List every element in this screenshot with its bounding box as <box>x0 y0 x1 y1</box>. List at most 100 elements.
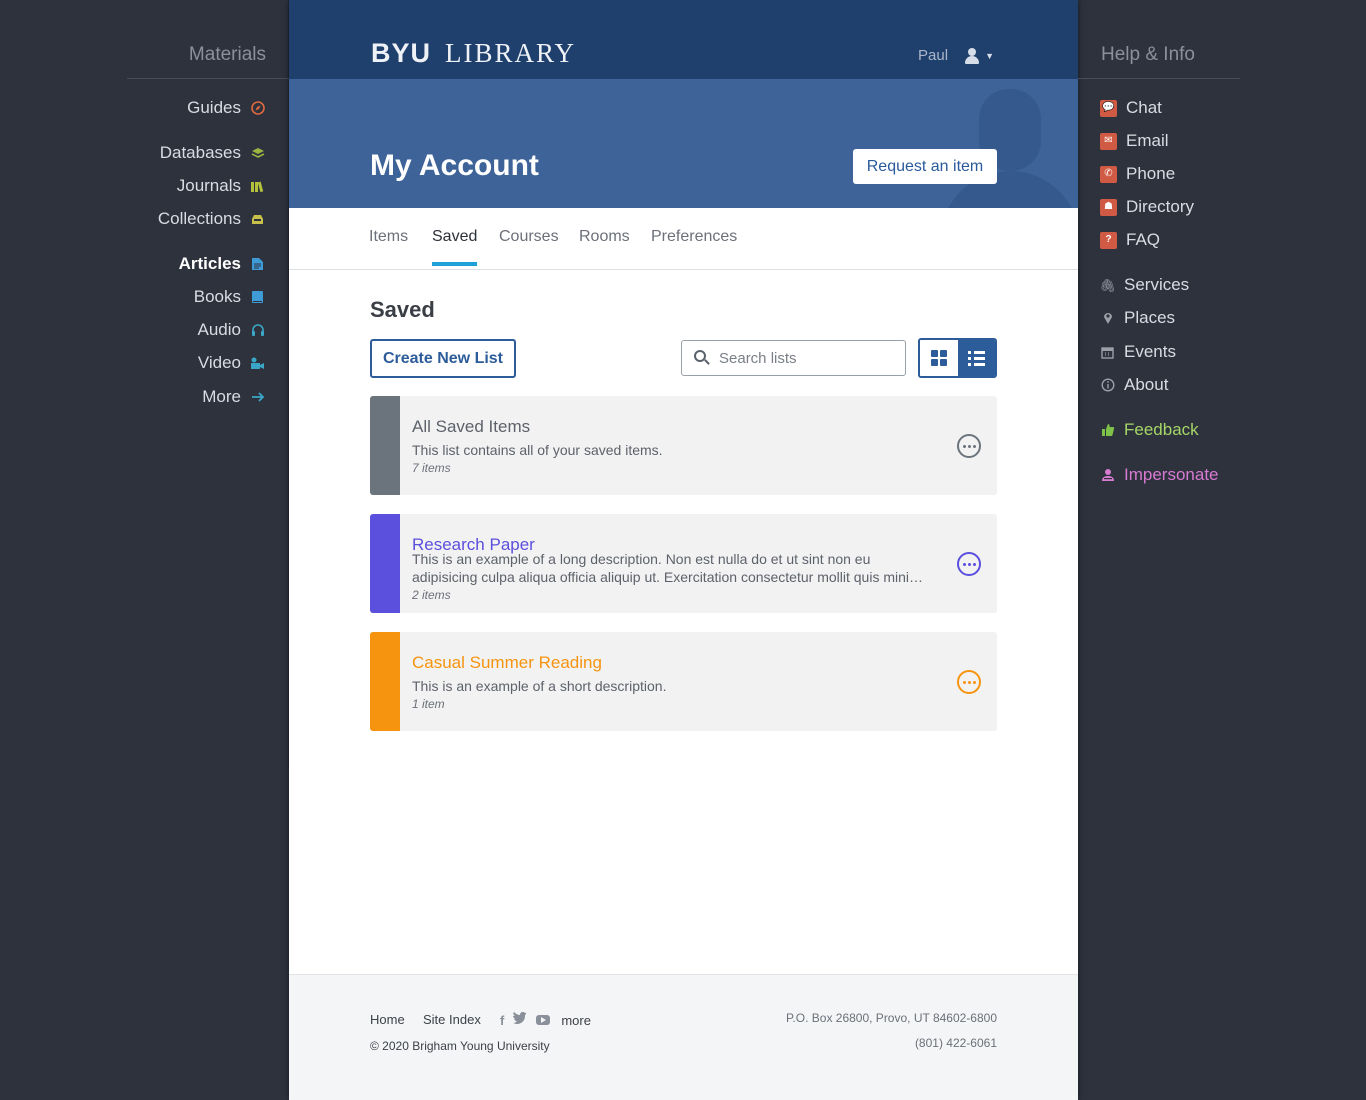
more-options-icon[interactable] <box>957 670 981 694</box>
sidebar-item-label: Email <box>1126 131 1169 150</box>
thumbs-up-icon <box>1100 423 1115 438</box>
impersonate-icon <box>1100 468 1115 483</box>
search-field[interactable] <box>681 340 906 376</box>
help-heading: Help & Info <box>1078 44 1240 79</box>
byu-library-logo[interactable]: BYU LIBRARY <box>371 38 576 69</box>
sidebar-item-label: Chat <box>1126 98 1162 117</box>
tab-items[interactable]: Items <box>369 228 408 266</box>
sidebar-item-faq[interactable]: ? FAQ <box>1100 228 1160 252</box>
sidebar-item-places[interactable]: Places <box>1100 306 1175 330</box>
info-icon <box>1100 378 1115 393</box>
sidebar-item-more[interactable]: More <box>202 385 265 409</box>
list-title[interactable]: All Saved Items <box>412 417 530 437</box>
search-input[interactable] <box>719 349 889 367</box>
create-new-list-button[interactable]: Create New List <box>370 339 516 378</box>
facebook-icon[interactable]: f <box>500 1013 504 1028</box>
request-item-button[interactable]: Request an item <box>853 149 997 184</box>
calendar-icon <box>1100 345 1115 360</box>
sidebar-item-guides[interactable]: Guides <box>187 96 265 120</box>
saved-list-card[interactable]: Research Paper This is an example of a l… <box>370 514 997 613</box>
youtube-icon[interactable] <box>536 1015 551 1025</box>
saved-list-card[interactable]: Casual Summer Reading This is an example… <box>370 632 997 731</box>
sidebar-item-databases[interactable]: Databases <box>160 141 265 165</box>
tab-preferences[interactable]: Preferences <box>651 228 737 266</box>
grid-icon <box>930 350 947 366</box>
sidebar-item-books[interactable]: Books <box>194 285 265 309</box>
section-title: Saved <box>370 297 435 322</box>
sidebar-item-articles[interactable]: Articles <box>179 252 265 276</box>
list-color-bar <box>370 514 400 613</box>
sidebar-item-impersonate[interactable]: Impersonate <box>1100 463 1219 487</box>
archive-icon <box>250 212 265 227</box>
phone-icon: ✆ <box>1100 165 1117 183</box>
journals-icon <box>250 179 265 194</box>
tab-courses[interactable]: Courses <box>499 228 559 266</box>
help-sidebar: Help & Info 💬 Chat ✉ Email ✆ Phone ☗ Dir… <box>1078 0 1366 768</box>
sidebar-item-label: Journals <box>176 176 241 195</box>
sidebar-item-label: About <box>1124 375 1169 394</box>
compass-icon <box>250 101 265 116</box>
layers-icon <box>250 146 265 161</box>
logo-library: LIBRARY <box>445 38 577 68</box>
address: P.O. Box 26800, Provo, UT 84602-6800 <box>785 1011 997 1025</box>
directory-icon: ☗ <box>1100 198 1117 216</box>
footer-home-link[interactable]: Home <box>370 1012 405 1027</box>
sidebar-item-label: More <box>202 387 241 406</box>
sidebar-item-chat[interactable]: 💬 Chat <box>1100 96 1162 120</box>
chat-icon: 💬 <box>1100 99 1117 117</box>
grid-view-button[interactable] <box>920 340 958 376</box>
saved-list-card[interactable]: All Saved Items This list contains all o… <box>370 396 997 495</box>
sidebar-item-video[interactable]: Video <box>198 351 265 375</box>
map-pin-icon <box>1100 311 1115 326</box>
question-icon: ? <box>1100 231 1117 249</box>
sidebar-item-label: Directory <box>1126 197 1195 216</box>
phone-number[interactable]: (801) 422-6061 <box>915 1036 997 1050</box>
sidebar-item-collections[interactable]: Collections <box>158 207 265 231</box>
document-icon <box>250 257 265 272</box>
copyright: © 2020 Brigham Young University <box>370 1039 550 1053</box>
sidebar-item-label: Impersonate <box>1124 465 1219 484</box>
sidebar-item-label: Books <box>193 287 241 306</box>
sidebar-item-directory[interactable]: ☗ Directory <box>1100 195 1194 219</box>
view-toggle <box>918 338 997 378</box>
chevron-down-icon: ▼ <box>985 50 994 61</box>
search-icon <box>694 350 710 366</box>
user-menu[interactable]: Paul ▼ <box>918 47 994 64</box>
footer-site-index-link[interactable]: Site Index <box>423 1012 481 1027</box>
sidebar-item-label: Audio <box>197 320 241 339</box>
sidebar-item-feedback[interactable]: Feedback <box>1100 418 1199 442</box>
sidebar-item-label: FAQ <box>1126 230 1161 249</box>
list-description: This is an example of a long description… <box>412 551 921 585</box>
tab-saved[interactable]: Saved <box>432 228 478 266</box>
main-page: BYU LIBRARY Paul ▼ My Account Request an … <box>289 0 1078 1100</box>
list-description: This list contains all of your saved ite… <box>412 442 663 458</box>
sidebar-item-events[interactable]: Events <box>1100 340 1176 364</box>
sidebar-item-about[interactable]: About <box>1100 373 1168 397</box>
user-icon <box>964 47 980 64</box>
list-view-button[interactable] <box>957 340 995 376</box>
footer-more-link[interactable]: more <box>561 1013 591 1028</box>
sidebar-item-label: Guides <box>187 98 241 117</box>
more-options-icon[interactable] <box>957 552 981 576</box>
list-icon <box>967 350 985 366</box>
sidebar-item-phone[interactable]: ✆ Phone <box>1100 162 1175 186</box>
twitter-icon[interactable] <box>513 1011 528 1029</box>
sidebar-item-label: Video <box>197 353 241 372</box>
page-footer: Home Site Index f more © 2020 Brigham Yo… <box>289 974 1078 1100</box>
sidebar-item-services[interactable]: 🖇 Services <box>1099 273 1189 297</box>
book-icon <box>250 290 265 305</box>
sidebar-item-audio[interactable]: Audio <box>198 318 265 342</box>
headphones-icon <box>250 323 265 338</box>
sidebar-item-journals[interactable]: Journals <box>177 174 265 198</box>
tab-rooms[interactable]: Rooms <box>579 228 630 266</box>
email-icon: ✉ <box>1100 132 1117 150</box>
sidebar-item-label: Events <box>1124 342 1176 361</box>
list-title[interactable]: Casual Summer Reading <box>412 653 602 673</box>
account-tabs: Items Saved Courses Rooms Preferences <box>289 208 1078 270</box>
sidebar-item-label: Phone <box>1126 164 1176 183</box>
more-options-icon[interactable] <box>957 434 981 458</box>
list-description: This is an example of a short descriptio… <box>412 678 667 694</box>
video-camera-icon <box>250 356 265 371</box>
sidebar-item-label: Places <box>1124 308 1176 327</box>
sidebar-item-email[interactable]: ✉ Email <box>1100 129 1169 153</box>
